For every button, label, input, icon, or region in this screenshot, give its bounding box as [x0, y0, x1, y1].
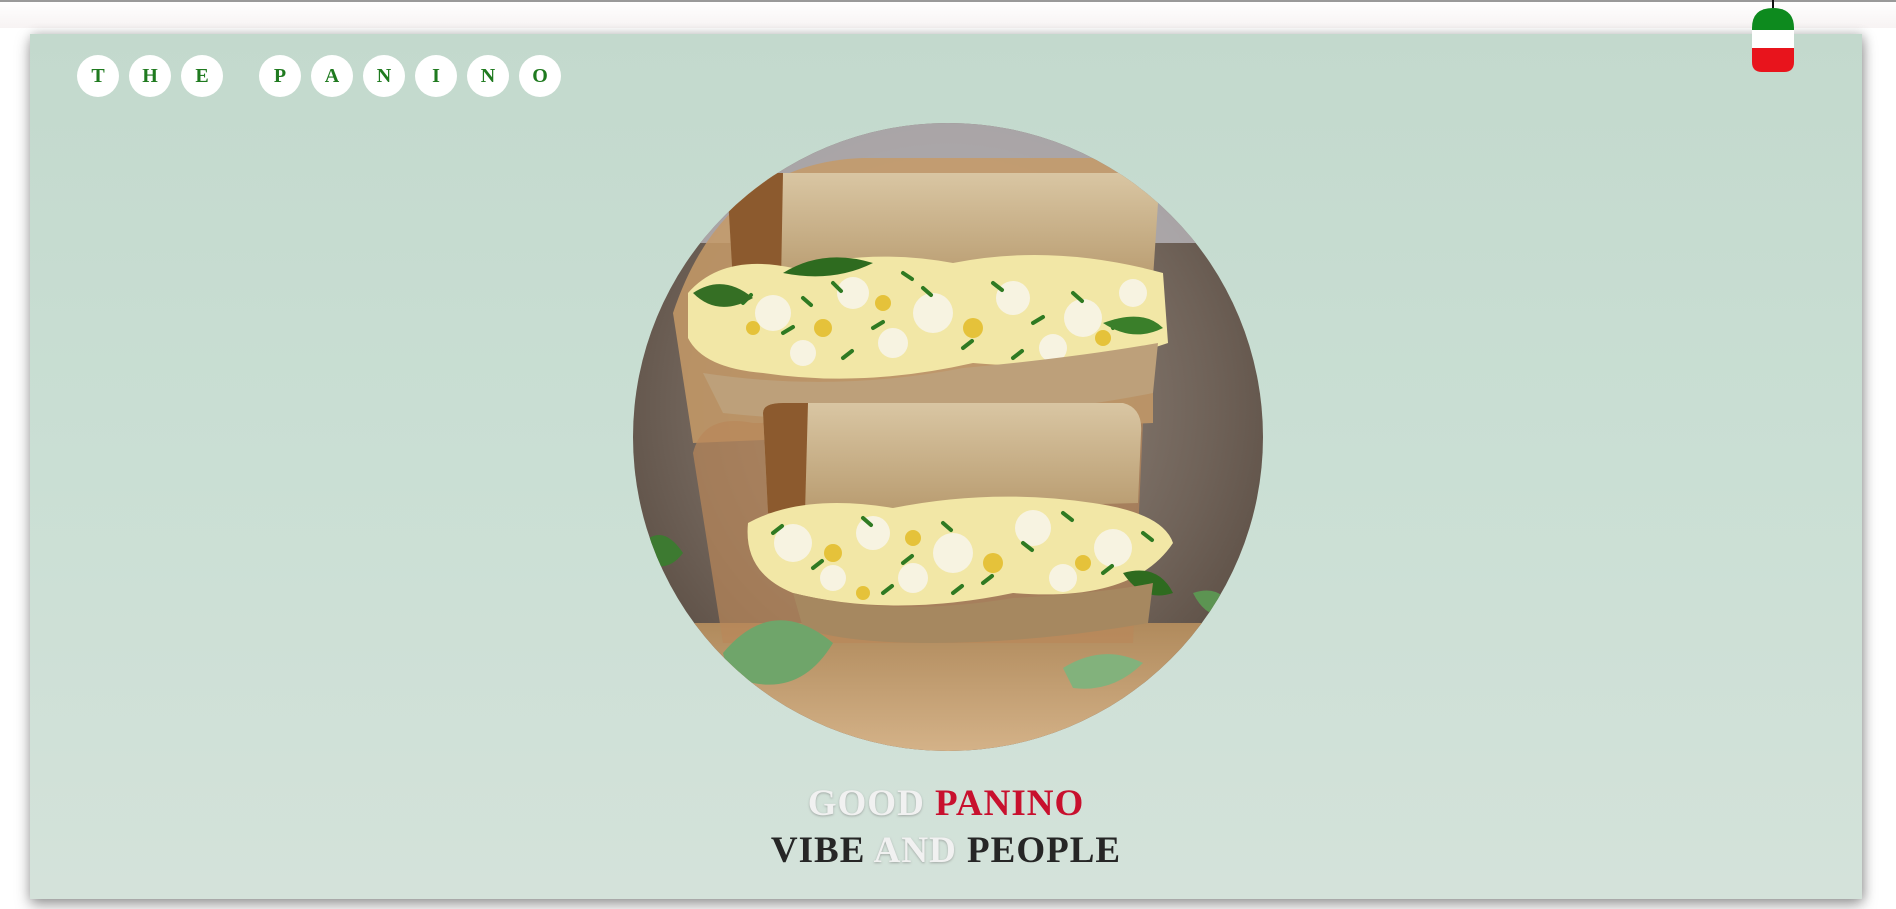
logo-letter: N	[363, 55, 405, 97]
top-shadow	[0, 2, 1896, 28]
language-toggle[interactable]	[1752, 0, 1794, 72]
hero-panel: T H E P A N I N O GOOD PANINO VIBE AND P…	[30, 34, 1862, 899]
logo-letter: O	[519, 55, 561, 97]
headline-word-and: AND	[873, 830, 957, 871]
headline-line-2: VIBE AND PEOPLE	[30, 829, 1862, 872]
headline-word-people: PEOPLE	[967, 830, 1122, 871]
sandwich-illustration	[633, 123, 1263, 751]
logo-letter: I	[415, 55, 457, 97]
logo-letter: T	[77, 55, 119, 97]
headline-word-good: GOOD	[807, 783, 925, 824]
headline-word-vibe: VIBE	[770, 830, 866, 871]
logo-letter: N	[467, 55, 509, 97]
logo-letter: P	[259, 55, 301, 97]
headline-line-1: GOOD PANINO	[30, 782, 1862, 825]
logo-letter: H	[129, 55, 171, 97]
logo-letter: A	[311, 55, 353, 97]
italian-flag-icon	[1752, 0, 1794, 72]
logo-letter: E	[181, 55, 223, 97]
headline-word-panino: PANINO	[935, 783, 1085, 824]
hero-sandwich-image	[633, 123, 1263, 751]
